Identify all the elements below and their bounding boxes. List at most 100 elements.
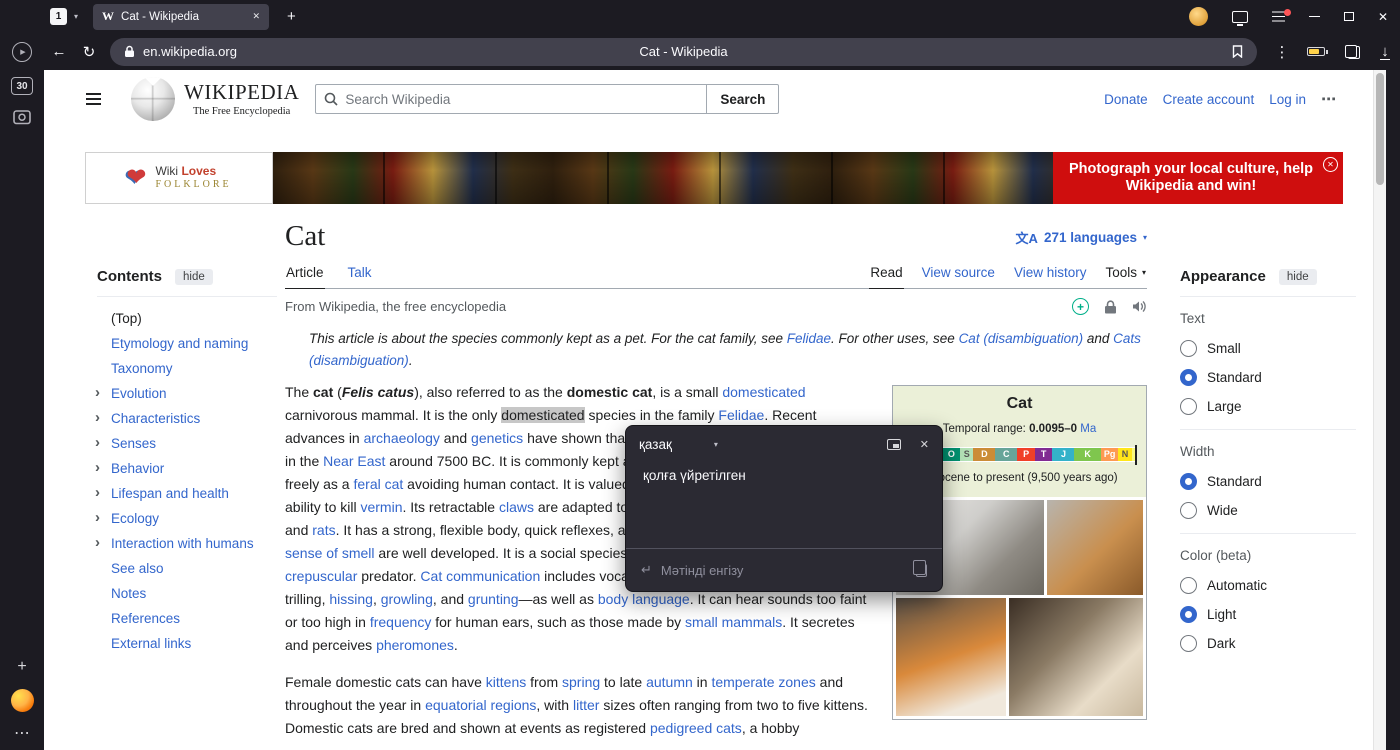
wiki-link[interactable]: spring bbox=[562, 674, 600, 690]
appearance-hide-button[interactable]: hide bbox=[1279, 269, 1317, 285]
devices-icon[interactable] bbox=[1232, 11, 1248, 23]
tab-view-history[interactable]: View history bbox=[1013, 259, 1088, 288]
wiki-link[interactable]: autumn bbox=[646, 674, 693, 690]
close-window-button[interactable]: ✕ bbox=[1378, 10, 1388, 24]
wiki-link[interactable]: small mammals bbox=[685, 614, 782, 630]
scrollbar[interactable] bbox=[1373, 70, 1386, 750]
reload-button[interactable]: ↻ bbox=[74, 43, 104, 61]
toc-item-ecology[interactable]: ›Ecology bbox=[97, 506, 277, 531]
appearance-option-wide[interactable]: Wide bbox=[1180, 496, 1356, 525]
profile-avatar[interactable] bbox=[1189, 7, 1208, 26]
radio-button[interactable] bbox=[1180, 502, 1197, 519]
toc-item-see-also[interactable]: See also bbox=[97, 556, 277, 581]
tab-group-number[interactable]: 1 bbox=[50, 8, 67, 25]
radio-button[interactable] bbox=[1180, 398, 1197, 415]
listen-icon[interactable] bbox=[1132, 300, 1147, 313]
tab-group-button[interactable]: 1 ▾ bbox=[50, 8, 85, 25]
toc-item-etymology-and-naming[interactable]: Etymology and naming bbox=[97, 331, 277, 356]
toc-expand-icon[interactable]: › bbox=[95, 459, 100, 476]
wiki-link[interactable]: rats bbox=[312, 522, 335, 538]
toc-item-top[interactable]: (Top) bbox=[97, 306, 277, 331]
wiki-link[interactable]: kittens bbox=[486, 674, 526, 690]
wiki-link[interactable]: equatorial regions bbox=[425, 697, 536, 713]
translation-input[interactable]: ↵ Мәтінді енгізу bbox=[626, 548, 942, 591]
play-circle-icon[interactable]: ▶ bbox=[12, 42, 32, 62]
wiki-link[interactable]: Felidae bbox=[787, 331, 831, 346]
toc-item-interaction-with-humans[interactable]: ›Interaction with humans bbox=[97, 531, 277, 556]
bookmark-icon[interactable] bbox=[1232, 45, 1243, 58]
search-input[interactable] bbox=[345, 92, 698, 107]
tab-counter-badge[interactable]: 30 bbox=[11, 77, 33, 95]
open-panel-icon[interactable] bbox=[887, 439, 901, 450]
toc-hide-button[interactable]: hide bbox=[175, 269, 213, 285]
wiki-link[interactable]: Cat (disambiguation) bbox=[959, 331, 1084, 346]
radio-button[interactable] bbox=[1180, 473, 1197, 490]
toc-item-lifespan-and-health[interactable]: ›Lifespan and health bbox=[97, 481, 277, 506]
languages-button[interactable]: 文A 271 languages ▾ bbox=[1016, 228, 1147, 253]
url-bar[interactable]: en.wikipedia.org Cat - Wikipedia bbox=[110, 38, 1257, 66]
wiki-link[interactable]: temperate zones bbox=[711, 674, 815, 690]
toc-item-taxonomy[interactable]: Taxonomy bbox=[97, 356, 277, 381]
folklore-banner[interactable]: ❤ Wiki Loves FOLKLORE Photograph your lo… bbox=[85, 152, 1343, 204]
chevron-down-icon[interactable]: ▾ bbox=[67, 12, 85, 21]
appearance-option-light[interactable]: Light bbox=[1180, 600, 1356, 629]
new-tab-button[interactable]: + bbox=[281, 8, 302, 25]
back-button[interactable]: ← bbox=[44, 43, 74, 60]
wiki-link[interactable]: genetics bbox=[471, 430, 523, 446]
tab-view-source[interactable]: View source bbox=[921, 259, 996, 288]
main-menu-icon[interactable] bbox=[86, 98, 101, 100]
tools-menu[interactable]: Tools ▾ bbox=[1104, 259, 1147, 288]
toc-item-references[interactable]: References bbox=[97, 606, 277, 631]
toc-item-senses[interactable]: ›Senses bbox=[97, 431, 277, 456]
radio-button[interactable] bbox=[1180, 340, 1197, 357]
tab-close-icon[interactable]: ✕ bbox=[252, 11, 260, 22]
toc-expand-icon[interactable]: › bbox=[95, 484, 100, 501]
wiki-link[interactable]: body language bbox=[598, 591, 690, 607]
more-options-icon[interactable]: ⋯ bbox=[14, 726, 30, 742]
wiki-link[interactable]: crepuscular bbox=[285, 568, 357, 584]
kebab-menu-icon[interactable]: ⋮ bbox=[1267, 43, 1297, 61]
battery-icon[interactable] bbox=[1307, 47, 1325, 56]
toc-item-notes[interactable]: Notes bbox=[97, 581, 277, 606]
tab-article[interactable]: Article bbox=[285, 259, 325, 289]
add-language-icon[interactable]: + bbox=[1072, 298, 1089, 315]
toc-item-behavior[interactable]: ›Behavior bbox=[97, 456, 277, 481]
wiki-link[interactable]: Felidae bbox=[718, 407, 764, 423]
screenshot-icon[interactable] bbox=[13, 110, 31, 125]
appearance-option-automatic[interactable]: Automatic bbox=[1180, 571, 1356, 600]
ma-link[interactable]: Ma bbox=[1080, 423, 1096, 435]
popup-close-icon[interactable]: ✕ bbox=[920, 438, 929, 451]
search-button[interactable]: Search bbox=[707, 84, 779, 114]
firefox-icon[interactable] bbox=[11, 689, 34, 712]
toc-expand-icon[interactable]: › bbox=[95, 409, 100, 426]
app-menu-button[interactable] bbox=[1272, 16, 1285, 18]
wiki-link[interactable]: domesticated bbox=[722, 384, 805, 400]
minimize-button[interactable] bbox=[1309, 16, 1320, 18]
toc-item-external-links[interactable]: External links bbox=[97, 631, 277, 656]
wiki-link[interactable]: litter bbox=[573, 697, 599, 713]
tab-talk[interactable]: Talk bbox=[347, 259, 373, 288]
radio-button[interactable] bbox=[1180, 369, 1197, 386]
wiki-link[interactable]: Near East bbox=[323, 453, 385, 469]
wiki-link[interactable]: feral cat bbox=[353, 476, 403, 492]
appearance-option-large[interactable]: Large bbox=[1180, 392, 1356, 421]
toc-expand-icon[interactable]: › bbox=[95, 509, 100, 526]
wiki-link[interactable]: grunting bbox=[468, 591, 519, 607]
toc-expand-icon[interactable]: › bbox=[95, 434, 100, 451]
wiki-link[interactable]: claws bbox=[499, 499, 534, 515]
wiki-link[interactable]: archaeology bbox=[364, 430, 440, 446]
download-icon[interactable]: ↓ bbox=[1370, 43, 1400, 60]
wiki-link[interactable]: hissing bbox=[329, 591, 373, 607]
toc-expand-icon[interactable]: › bbox=[95, 384, 100, 401]
radio-button[interactable] bbox=[1180, 577, 1197, 594]
scrollbar-thumb[interactable] bbox=[1376, 73, 1384, 185]
wiki-link[interactable]: sense of smell bbox=[285, 545, 374, 561]
wiki-link[interactable]: pheromones bbox=[376, 637, 454, 653]
wiki-link[interactable]: growling bbox=[381, 591, 433, 607]
radio-button[interactable] bbox=[1180, 635, 1197, 652]
radio-button[interactable] bbox=[1180, 606, 1197, 623]
url-domain[interactable]: en.wikipedia.org bbox=[143, 44, 237, 59]
wiki-link[interactable]: vermin bbox=[360, 499, 402, 515]
wiki-link[interactable]: frequency bbox=[370, 614, 431, 630]
tab-cat-wikipedia[interactable]: W Cat - Wikipedia ✕ bbox=[93, 4, 269, 30]
